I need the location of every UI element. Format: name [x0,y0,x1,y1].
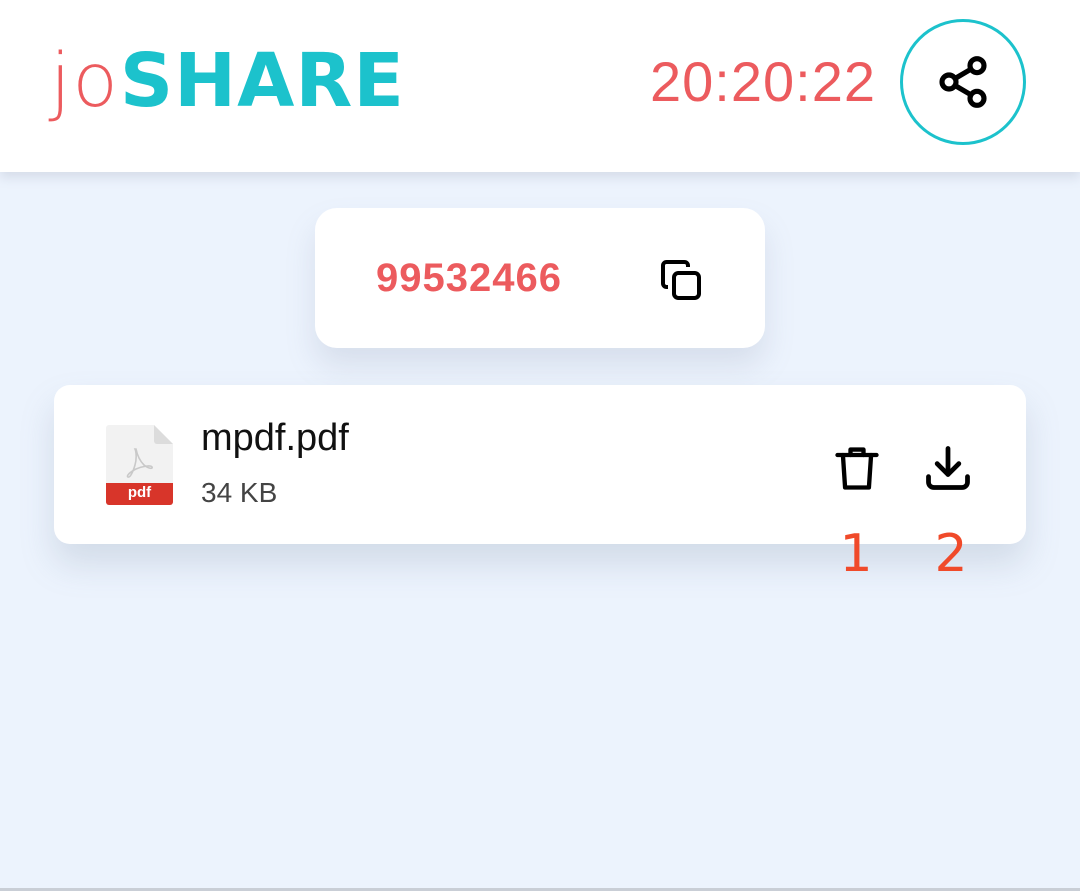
annotation-marker-2: 2 [934,524,968,584]
file-list-item: pdf mpdf.pdf 34 KB [54,385,1026,544]
copy-icon [661,260,701,300]
delete-button[interactable] [826,437,888,499]
annotation-marker-1: 1 [839,524,873,584]
trash-icon [835,447,879,490]
file-name: mpdf.pdf [201,417,349,459]
download-button[interactable] [917,437,979,499]
app-logo: jo SHARE [50,36,405,126]
share-code-card: 99532466 [315,208,765,348]
logo-share: SHARE [119,38,405,124]
download-icon [926,446,970,490]
file-size: 34 KB [201,477,278,508]
share-icon [939,56,987,108]
logo-jo: jo [50,38,120,124]
share-button[interactable] [900,19,1026,145]
copy-button[interactable] [655,254,707,306]
share-code: 99532466 [376,256,562,300]
timer-display: 20:20:22 [650,50,876,113]
file-type-label: pdf [127,484,152,501]
app-header: jo SHARE 20:20:22 [0,0,1080,172]
